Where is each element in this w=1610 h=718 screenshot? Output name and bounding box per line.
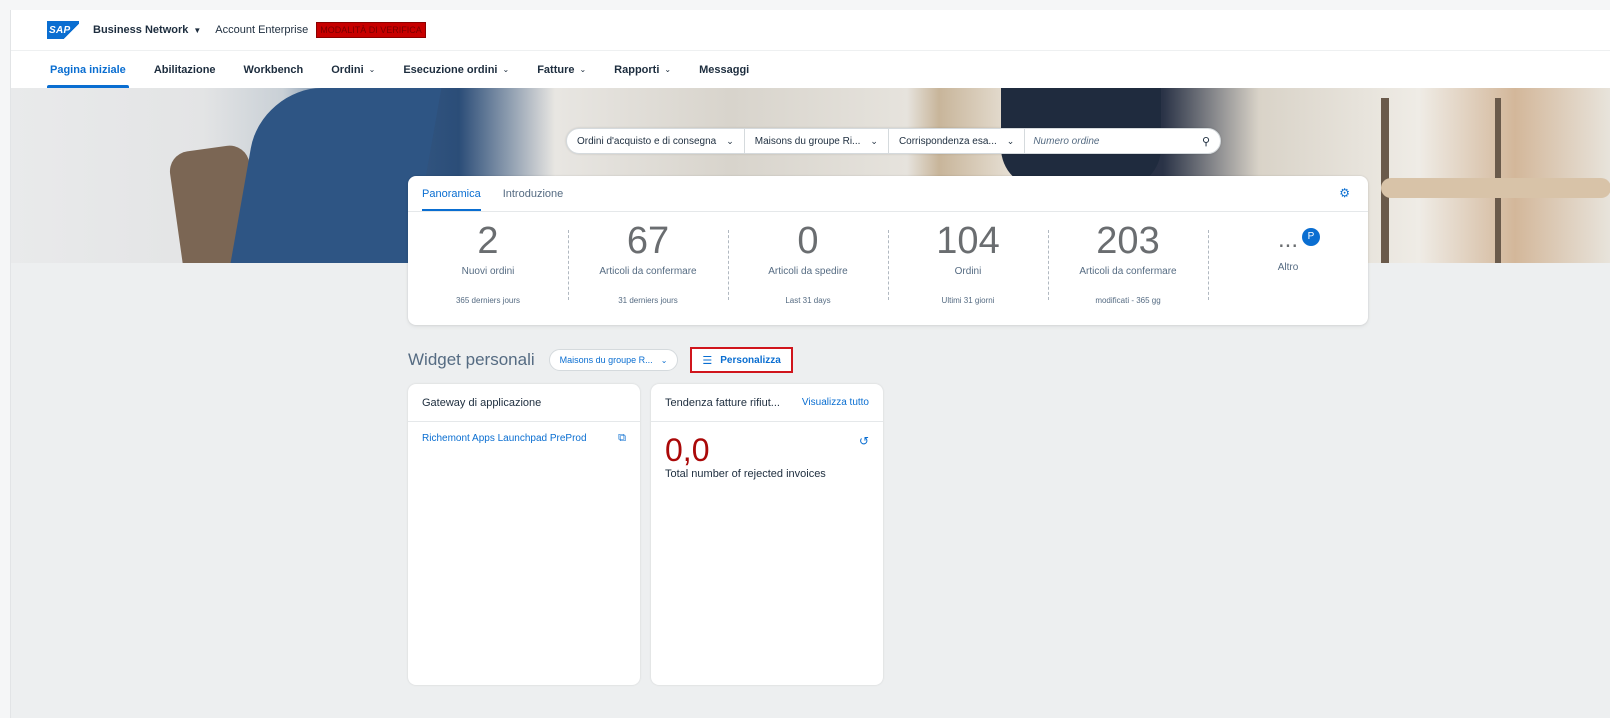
doc-type-select[interactable]: Ordini d'acquisto e di consegna ⌄ [567, 129, 745, 153]
more-dots: ... [1277, 226, 1298, 253]
more-indicator: ... P [1277, 222, 1320, 258]
sap-logo-text: SAP [49, 24, 71, 36]
chevron-down-icon: ⌄ [502, 65, 510, 74]
nav-item-invoices[interactable]: Fatture ⌄ [534, 51, 589, 88]
nav-item-label: Messaggi [699, 63, 750, 76]
chevron-down-icon: ⌄ [1006, 135, 1015, 146]
badge-icon: P [1302, 228, 1320, 246]
nav-item-label: Esecuzione ordini [403, 63, 498, 76]
customer-value: Maisons du groupe Ri... [754, 135, 861, 147]
kpi-label: Articoli da confermare [599, 266, 697, 277]
kpi-tile-orders[interactable]: 104 Ordini Ultimi 31 giorni [888, 216, 1048, 316]
widget-customer-value: Maisons du groupe R... [559, 355, 653, 365]
kpi-label: Articoli da spedire [768, 266, 848, 277]
tab-label: Introduzione [502, 187, 564, 200]
kpi-value: 104 [936, 220, 1000, 262]
rejected-invoices-label: Total number of rejected invoices [665, 468, 826, 480]
widget-title-bar: Gateway di applicazione [408, 384, 640, 422]
nav-item-label: Fatture [537, 63, 575, 76]
search-icon[interactable]: ⚲ [1192, 135, 1220, 148]
chevron-down-icon: ⌄ [726, 135, 734, 146]
tile-settings-icon[interactable]: ⚙ [1339, 186, 1350, 200]
widget-title: Tendenza fatture rifiut... [665, 396, 780, 409]
kpi-tile-items-to-confirm[interactable]: 67 Articoli da confermare 31 derniers jo… [568, 216, 728, 316]
kpi-period: 365 derniers jours [455, 296, 521, 305]
match-select[interactable]: Corrispondenza esa... ⌄ [889, 129, 1026, 153]
kpi-value: 2 [477, 220, 499, 262]
tab-label: Panoramica [422, 187, 481, 200]
nav-item-workbench[interactable]: Workbench [241, 51, 307, 88]
kpi-tile-modified-items[interactable]: 203 Articoli da confermare modificati - … [1048, 216, 1208, 316]
nav-item-label: Rapporti [614, 63, 660, 76]
kpi-tile-more[interactable]: ... P Altro [1208, 216, 1368, 316]
kpi-label: Articoli da confermare [1079, 266, 1177, 277]
shell-bar: SAP Business Network ▼ Account Enterpris… [11, 10, 1610, 50]
kpi-period: Ultimi 31 giorni [941, 296, 995, 305]
divider [408, 211, 1368, 212]
tab-overview[interactable]: Panoramica [422, 176, 481, 211]
nav-item-fulfillment[interactable]: Esecuzione ordini ⌄ [400, 51, 512, 88]
doc-type-value: Ordini d'acquisto e di consegna [577, 135, 717, 147]
document-search-bar: Ordini d'acquisto e di consegna ⌄ Maisons… [566, 128, 1221, 154]
chevron-down-icon: ⌄ [579, 65, 587, 74]
nav-item-enablement[interactable]: Abilitazione [151, 51, 219, 88]
kpi-value: 0 [797, 220, 819, 262]
history-icon[interactable]: ↺ [859, 434, 869, 448]
tab-introduction[interactable]: Introduzione [503, 176, 564, 211]
widget-header: Widget personali Maisons du groupe R... ⌄… [408, 347, 793, 373]
list-item[interactable]: Richemont Apps Launchpad PreProd ⧉ [408, 422, 640, 455]
kpi-label: Altro [1277, 262, 1299, 273]
app-frame: SAP Business Network ▼ Account Enterpris… [10, 10, 1610, 718]
kpi-label: Nuovi ordini [461, 266, 515, 277]
chevron-down-icon: ⌄ [870, 135, 878, 146]
overview-tabs: Panoramica Introduzione [422, 176, 585, 211]
nav-item-label: Abilitazione [153, 63, 216, 76]
chevron-down-icon: ⌄ [664, 65, 672, 74]
customize-label: Personalizza [720, 354, 781, 366]
nav-item-label: Ordini [331, 63, 364, 76]
kpi-value: 67 [626, 220, 670, 262]
widget-app-gateway: Gateway di applicazione Richemont Apps L… [408, 384, 640, 685]
kpi-period: 31 derniers jours [618, 296, 678, 305]
external-link-icon[interactable]: ⧉ [618, 432, 626, 445]
mode-badge: MODALITÀ DI VERIFICA [316, 22, 426, 38]
nav-item-orders[interactable]: Ordini ⌄ [328, 51, 378, 88]
chevron-down-icon: ⌄ [660, 355, 668, 365]
hero-decor [1381, 178, 1610, 198]
kpi-period: Last 31 days [785, 296, 831, 305]
main-nav: Pagina iniziale Abilitazione Workbench O… [11, 50, 1610, 88]
kpi-tile-items-to-ship[interactable]: 0 Articoli da spedire Last 31 days [728, 216, 888, 316]
nav-item-label: Workbench [243, 63, 304, 76]
widget-title: Gateway di applicazione [422, 396, 542, 409]
kpi-tile-new-orders[interactable]: 2 Nuovi ordini 365 derniers jours [408, 216, 568, 316]
kpi-value: 203 [1096, 220, 1160, 262]
sap-logo[interactable]: SAP [47, 21, 79, 39]
nav-item-messages[interactable]: Messaggi [696, 51, 752, 88]
account-label: Account Enterprise [215, 24, 309, 36]
chevron-down-icon: ⌄ [368, 65, 376, 74]
order-number-input[interactable] [1025, 135, 1192, 147]
nav-item-reports[interactable]: Rapporti ⌄ [611, 51, 674, 88]
sliders-icon: ☰ [702, 354, 713, 367]
customer-select[interactable]: Maisons du groupe Ri... ⌄ [745, 129, 889, 153]
match-value: Corrispondenza esa... [898, 135, 997, 147]
widget-rejected-invoices: Tendenza fatture rifiut... Visualizza tu… [651, 384, 883, 685]
kpi-period: modificati - 365 gg [1095, 296, 1161, 305]
widgets-title: Widget personali [408, 350, 535, 369]
brand-caret-icon[interactable]: ▼ [193, 26, 201, 35]
view-all-link[interactable]: Visualizza tutto [802, 397, 869, 408]
rejected-invoices-value: 0,0 [665, 432, 710, 468]
app-link[interactable]: Richemont Apps Launchpad PreProd [422, 433, 587, 444]
widget-customer-select[interactable]: Maisons du groupe R... ⌄ [548, 349, 679, 371]
widget-title-bar: Tendenza fatture rifiut... Visualizza tu… [651, 384, 883, 422]
customize-button[interactable]: ☰ Personalizza [690, 347, 793, 373]
nav-item-label: Pagina iniziale [50, 63, 126, 76]
brand-name[interactable]: Business Network [93, 24, 188, 36]
nav-item-home[interactable]: Pagina iniziale [47, 51, 129, 88]
overview-card: Panoramica Introduzione ⚙ 2 Nuovi ordini… [408, 176, 1368, 325]
kpi-row: 2 Nuovi ordini 365 derniers jours 67 Art… [408, 216, 1368, 316]
kpi-label: Ordini [954, 266, 982, 277]
